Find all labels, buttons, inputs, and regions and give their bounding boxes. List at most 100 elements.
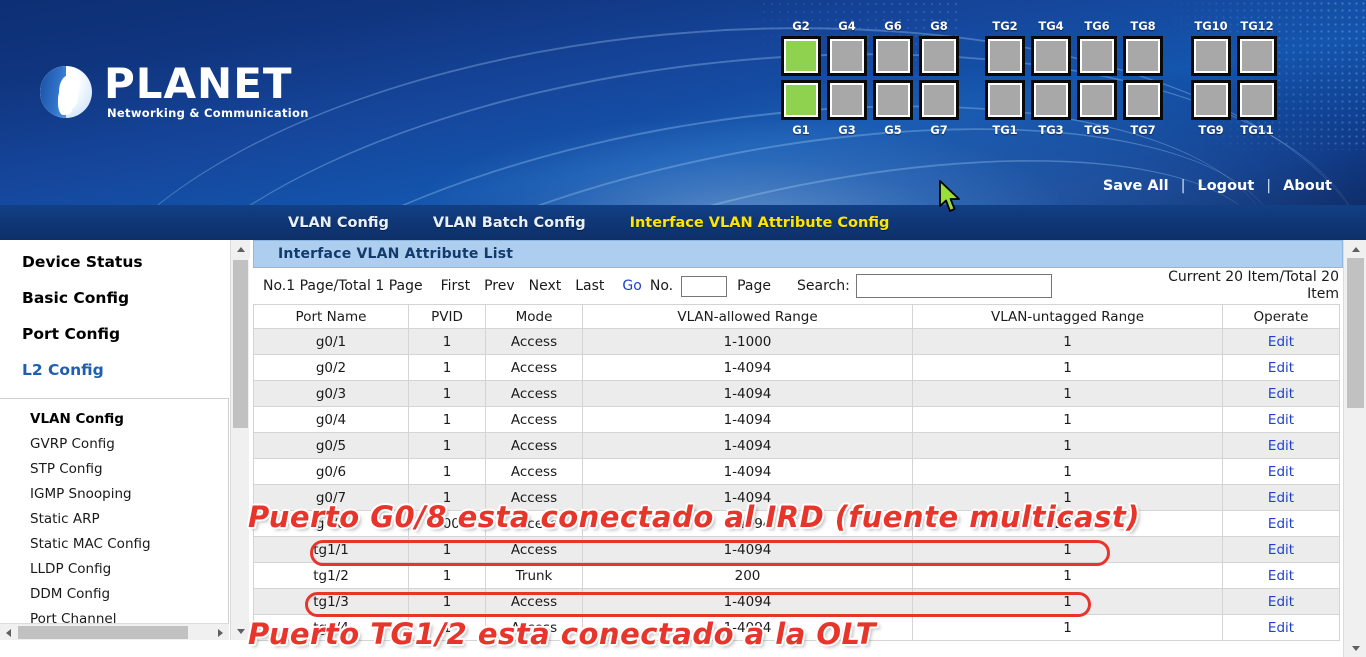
port-label-TG1: TG1: [992, 123, 1018, 137]
port-indicator-G6[interactable]: [873, 36, 913, 76]
sidebar-subitem-static-arp[interactable]: Static ARP: [30, 507, 228, 532]
scrollbar-thumb[interactable]: [233, 260, 248, 428]
port-label-G8: G8: [930, 19, 948, 33]
port-indicator-G5[interactable]: [873, 80, 913, 120]
sidebar-item-basic-config[interactable]: Basic Config: [22, 290, 229, 307]
save-all-link[interactable]: Save All: [1091, 178, 1181, 194]
about-link[interactable]: About: [1271, 178, 1344, 194]
cell-operate: Edit: [1222, 458, 1340, 485]
cell-vlan-allowed-range: 1-1000: [582, 328, 913, 355]
nav-tab-vlan-config[interactable]: VLAN Config: [266, 215, 411, 231]
cell-port-name: g0/6: [253, 458, 409, 485]
port-indicator-TG1[interactable]: [985, 80, 1025, 120]
sidebar-subitem-static-mac-config[interactable]: Static MAC Config: [30, 532, 228, 557]
first-page-link[interactable]: First: [441, 278, 470, 294]
sidebar-item-device-status[interactable]: Device Status: [22, 254, 229, 271]
sidebar-subitem-gvrp-config[interactable]: GVRP Config: [30, 432, 228, 457]
sidebar-horizontal-scrollbar[interactable]: [0, 623, 229, 640]
edit-link[interactable]: Edit: [1268, 620, 1294, 636]
port-indicator-G4[interactable]: [827, 36, 867, 76]
logout-link[interactable]: Logout: [1185, 178, 1266, 194]
cell-operate: Edit: [1222, 614, 1340, 641]
port-indicator-G8[interactable]: [919, 36, 959, 76]
edit-link[interactable]: Edit: [1268, 360, 1294, 376]
cell-port-name: g0/3: [253, 380, 409, 407]
cell-pvid: 1: [408, 562, 486, 589]
cell-port-name: g0/5: [253, 432, 409, 459]
port-indicator-TG6[interactable]: [1077, 36, 1117, 76]
edit-link[interactable]: Edit: [1268, 334, 1294, 350]
column-header-vlan-allowed-range: VLAN-allowed Range: [582, 304, 913, 329]
port-indicator-G7[interactable]: [919, 80, 959, 120]
sidebar-vertical-scrollbar[interactable]: [230, 240, 250, 640]
port-indicator-TG12[interactable]: [1237, 36, 1277, 76]
port-label-G7: G7: [930, 123, 948, 137]
edit-link[interactable]: Edit: [1268, 386, 1294, 402]
port-indicator-TG7[interactable]: [1123, 80, 1163, 120]
page-unit-label: Page: [737, 278, 771, 294]
scroll-up-arrow-icon[interactable]: [1344, 240, 1366, 258]
next-page-link[interactable]: Next: [529, 278, 562, 294]
last-page-link[interactable]: Last: [575, 278, 604, 294]
edit-link[interactable]: Edit: [1268, 542, 1294, 558]
port-indicator-TG11[interactable]: [1237, 80, 1277, 120]
cell-mode: Access: [485, 458, 583, 485]
sidebar-subitem-ddm-config[interactable]: DDM Config: [30, 582, 228, 607]
scroll-right-arrow-icon[interactable]: [212, 624, 229, 640]
table-body: g0/1 1 Access 1-1000 1 Edit g0/2 1 Access 1-4094 1…: [253, 328, 1340, 641]
port-indicator-TG4[interactable]: [1031, 36, 1071, 76]
sidebar-subitem-vlan-config[interactable]: VLAN Config: [30, 407, 228, 432]
edit-link[interactable]: Edit: [1268, 516, 1294, 532]
cell-pvid: 1: [408, 458, 486, 485]
nav-tab-interface-vlan-attribute-config[interactable]: Interface VLAN Attribute Config: [608, 215, 912, 231]
sidebar-subitem-stp-config[interactable]: STP Config: [30, 457, 228, 482]
brand-name: PLANET: [104, 59, 293, 108]
main-content: Interface VLAN Attribute List No.1 Page/…: [253, 240, 1343, 657]
page-vertical-scrollbar[interactable]: [1343, 240, 1366, 657]
edit-link[interactable]: Edit: [1268, 568, 1294, 584]
search-label: Search:: [797, 278, 850, 294]
edit-link[interactable]: Edit: [1268, 594, 1294, 610]
port-column: TG6 TG5: [1074, 18, 1120, 138]
sidebar-item-l2-config[interactable]: L2 Config: [22, 362, 229, 379]
port-indicator-TG8[interactable]: [1123, 36, 1163, 76]
scrollbar-thumb[interactable]: [18, 626, 188, 639]
scroll-down-arrow-icon[interactable]: [1344, 639, 1366, 657]
sidebar-subitem-igmp-snooping[interactable]: IGMP Snooping: [30, 482, 228, 507]
table-row: g0/6 1 Access 1-4094 1 Edit: [253, 458, 1340, 485]
scroll-left-arrow-icon[interactable]: [0, 624, 17, 640]
cell-port-name: g0/1: [253, 328, 409, 355]
sidebar-item-port-config[interactable]: Port Config: [22, 326, 229, 343]
search-input[interactable]: [855, 274, 1052, 298]
edit-link[interactable]: Edit: [1268, 464, 1294, 480]
scrollbar-thumb[interactable]: [1347, 258, 1364, 408]
port-indicator-G2[interactable]: [781, 36, 821, 76]
sidebar-subitem-lldp-config[interactable]: LLDP Config: [30, 557, 228, 582]
edit-link[interactable]: Edit: [1268, 438, 1294, 454]
port-label-TG10: TG10: [1194, 19, 1228, 33]
port-indicator-TG2[interactable]: [985, 36, 1025, 76]
port-label-G5: G5: [884, 123, 902, 137]
port-column: TG4 TG3: [1028, 18, 1074, 138]
port-column: G6 G5: [870, 18, 916, 138]
cell-pvid: 1: [408, 328, 486, 355]
cell-mode: Access: [485, 354, 583, 381]
scroll-up-arrow-icon[interactable]: [231, 240, 250, 258]
cell-operate: Edit: [1222, 380, 1340, 407]
port-indicator-TG3[interactable]: [1031, 80, 1071, 120]
nav-tab-vlan-batch-config[interactable]: VLAN Batch Config: [411, 215, 608, 231]
switch-web-ui: PLANET Networking & Communication G2 G1 G4…: [0, 0, 1366, 657]
top-links: Save All | Logout | About: [1091, 178, 1344, 194]
port-status-diagram: G2 G1 G4 G3 G6 G5 G8 G7 TG2 TG1 TG4 TG3 TG6 TG5 TG8 TG…: [778, 18, 1280, 138]
port-indicator-TG5[interactable]: [1077, 80, 1117, 120]
page-number-input[interactable]: [681, 275, 728, 297]
go-link[interactable]: Go: [622, 278, 641, 294]
port-indicator-G3[interactable]: [827, 80, 867, 120]
port-label-TG8: TG8: [1130, 19, 1156, 33]
port-indicator-TG9[interactable]: [1191, 80, 1231, 120]
prev-page-link[interactable]: Prev: [484, 278, 515, 294]
port-indicator-G1[interactable]: [781, 80, 821, 120]
edit-link[interactable]: Edit: [1268, 412, 1294, 428]
port-indicator-TG10[interactable]: [1191, 36, 1231, 76]
edit-link[interactable]: Edit: [1268, 490, 1294, 506]
